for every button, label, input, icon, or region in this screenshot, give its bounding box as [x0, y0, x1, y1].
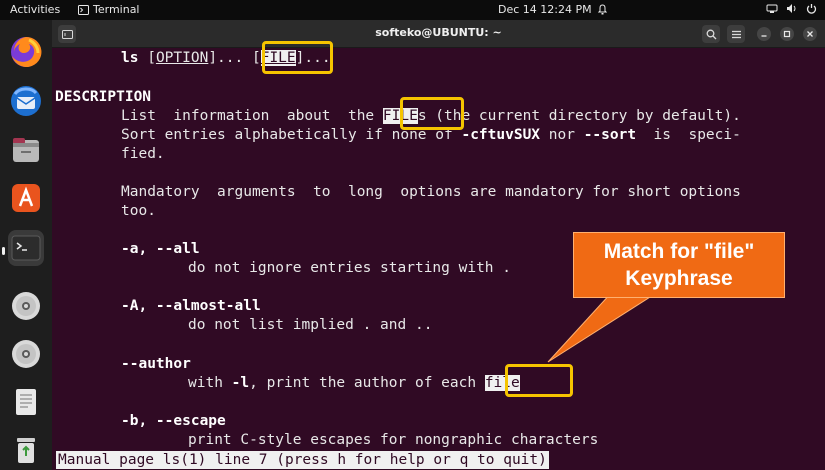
- callout-box: Match for "file" Keyphrase: [573, 232, 785, 298]
- callout-line-2: Keyphrase: [625, 267, 733, 290]
- callout-line-1: Match for "file": [603, 240, 755, 263]
